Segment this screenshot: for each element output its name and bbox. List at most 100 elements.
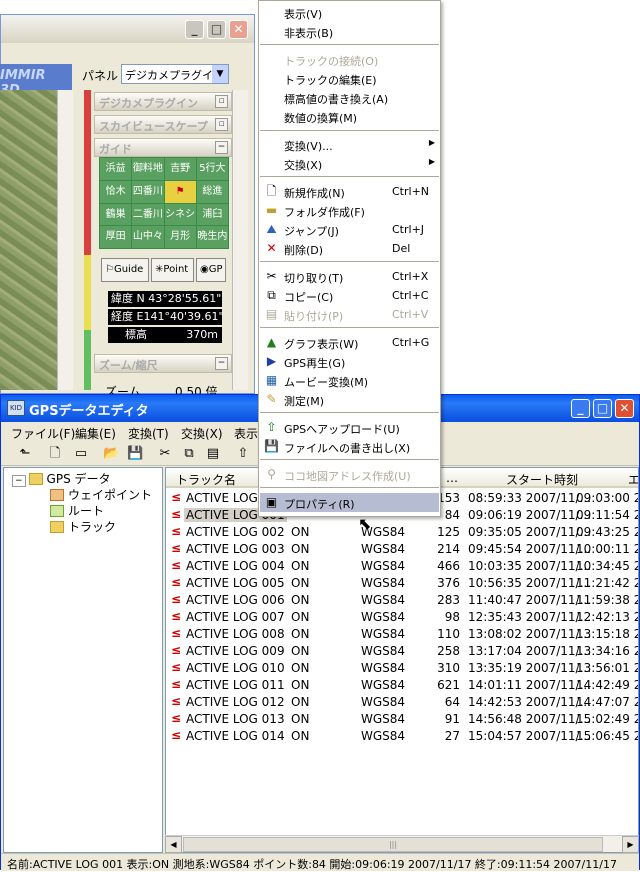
tree-root[interactable]: − GPS データ [12, 470, 111, 487]
menu-file[interactable]: ファイル(F) [11, 425, 75, 442]
panel-select[interactable]: デジカメプラグイ ▼ [121, 64, 229, 84]
menu-new-folder[interactable]: ▬ フォルダ作成(F) [260, 201, 439, 220]
menu-exchange[interactable]: 交換(X) ▶ [260, 154, 439, 173]
map-scrollbar[interactable] [57, 90, 73, 390]
menu-export[interactable]: 💾 ファイルへの書き出し(X) [260, 437, 439, 456]
tree-item-tracks[interactable]: トラック [50, 518, 116, 535]
tree-item-waypoints[interactable]: ウェイポイント [50, 486, 152, 503]
up-folder-icon[interactable]: ⬑ [17, 446, 33, 462]
tree-item-routes[interactable]: ルート [50, 502, 104, 519]
menu-edit-track[interactable]: トラックの編集(E) [260, 69, 439, 88]
mouse-cursor-icon: ⬉ [358, 514, 372, 533]
col-start-time[interactable]: スタート時刻 [506, 471, 578, 488]
upload-icon[interactable]: ⇧ [235, 446, 251, 462]
paste-icon[interactable]: ▤ [205, 446, 221, 462]
table-row[interactable]: ≤ ACTIVE LOG 005 ON WGS84 376 10:56:35 2007/1… [166, 575, 638, 592]
guide-cell[interactable]: 5行大 [196, 158, 228, 180]
guide-cell[interactable]: 浦臼 [196, 203, 228, 226]
point-button[interactable]: ✳Point [151, 258, 194, 282]
col-track-name[interactable]: トラック名 [176, 471, 236, 488]
table-row[interactable]: ≤ ACTIVE LOG 013 ON WGS84 91 14:56:48 2007/11… [166, 711, 638, 728]
table-row[interactable]: ≤ ACTIVE LOG 009 ON WGS84 258 13:17:04 2007/1… [166, 643, 638, 660]
cut-icon[interactable]: ✂ [157, 446, 173, 462]
menu-show[interactable]: 表示(V) [260, 3, 439, 22]
table-row[interactable]: ≤ ACTIVE LOG 007 ON WGS84 98 12:35:43 2007/11… [166, 609, 638, 626]
window-title: GPSデータエディタ [29, 404, 149, 419]
section-skyview[interactable]: スカイビュースケープ ▫ [94, 115, 232, 134]
new-folder-icon[interactable]: ▭ [73, 446, 89, 462]
menu-measure[interactable]: ✎ 測定(M) [260, 390, 439, 409]
maximize-icon[interactable]: □ [593, 399, 612, 418]
col-points[interactable]: … [446, 471, 458, 485]
scroll-left-icon[interactable]: ◀ [165, 836, 182, 853]
guide-cell[interactable]: 浜益 [100, 158, 132, 180]
guide-grid[interactable]: 浜益 御料地 吉野 5行大 恰木 四番川 ⚑ 総進 鶴巣 二番川 シネシ 浦臼 … [99, 157, 229, 249]
guide-cell[interactable]: シネシ [164, 203, 196, 226]
menu-hide[interactable]: 非表示(B) [260, 22, 439, 41]
menu-rewrite-elevation[interactable]: 標高値の書き換え(A) [260, 88, 439, 107]
menu-edit[interactable]: 編集(E) [75, 425, 116, 442]
scroll-thumb[interactable]: ||| [183, 837, 603, 852]
side-panel-scrollbar[interactable] [232, 90, 248, 390]
table-row[interactable]: ≤ ACTIVE LOG 008 ON WGS84 110 13:08:02 2007/1… [166, 626, 638, 643]
guide-cell[interactable]: ⚑ [164, 180, 196, 203]
save-icon[interactable]: 💾 [127, 446, 143, 462]
gp-button[interactable]: ◉GP [196, 258, 226, 282]
section-zoom[interactable]: ズーム/縮尺 − [94, 354, 232, 373]
table-row[interactable]: ≤ ACTIVE LOG 012 ON WGS84 64 14:42:53 2007/11… [166, 694, 638, 711]
table-row[interactable]: ≤ ACTIVE LOG 002 ON WGS84 125 09:35:05 2007/1… [166, 524, 638, 541]
expand-icon[interactable]: − [12, 475, 26, 487]
menu-graph[interactable]: ▲ グラフ表示(W) Ctrl+G [260, 333, 439, 352]
table-row[interactable]: ≤ ACTIVE LOG 010 ON WGS84 310 13:35:19 2007/1… [166, 660, 638, 677]
table-row[interactable]: ≤ ACTIVE LOG 006 ON WGS84 283 11:40:47 2007/1… [166, 592, 638, 609]
guide-cell[interactable]: 鶴巣 [100, 203, 132, 226]
menu-convert[interactable]: 変換(V)... ▶ [260, 135, 439, 154]
guide-cell[interactable]: 月形 [164, 226, 196, 248]
open-icon[interactable]: 📂 [103, 446, 119, 462]
menu-exchange[interactable]: 交換(X) [181, 425, 223, 442]
table-row[interactable]: ≤ ACTIVE LOG 003 ON WGS84 214 09:45:54 2007/1… [166, 541, 638, 558]
menu-new[interactable]: 🗋 新規作成(N) Ctrl+N [260, 182, 439, 201]
guide-cell[interactable]: 御料地 [132, 158, 164, 180]
menu-jump[interactable]: ⛰ ジャンプ(J) Ctrl+J [260, 220, 439, 239]
new-file-icon[interactable]: 🗋 [47, 446, 63, 462]
table-row[interactable]: ≤ ACTIVE LOG 004 ON WGS84 466 10:03:35 2007/1… [166, 558, 638, 575]
maximize-icon[interactable]: □ [207, 20, 226, 39]
section-guide[interactable]: ガイド − [94, 138, 232, 157]
copy-icon[interactable]: ⧉ [181, 446, 197, 462]
horizontal-scrollbar[interactable]: ◀ ||| ▶ [165, 835, 639, 853]
table-row[interactable]: ≤ ACTIVE LOG 014 ON WGS84 27 15:04:57 2007/11… [166, 728, 638, 745]
collapse-icon[interactable]: − [215, 141, 228, 154]
guide-button[interactable]: ⚐Guide [101, 258, 149, 282]
guide-cell[interactable]: 吉野 [164, 158, 196, 180]
close-icon[interactable]: ✕ [615, 399, 634, 418]
menu-copy[interactable]: ⧉ コピー(C) Ctrl+C [260, 286, 439, 305]
track-end: 13:15:18 20 [576, 627, 638, 641]
minimize-icon[interactable]: _ [185, 20, 204, 39]
menu-gps-play[interactable]: ▶ GPS再生(G) [260, 352, 439, 371]
guide-cell[interactable]: 恰木 [100, 180, 132, 203]
guide-cell[interactable]: 二番川 [132, 203, 164, 226]
menu-view[interactable]: 表示 [234, 425, 258, 442]
guide-cell[interactable]: 晩生内 [196, 226, 228, 248]
guide-cell[interactable]: 厚田 [100, 226, 132, 248]
menu-properties[interactable]: ▣ プロパティ(R) [260, 493, 439, 512]
collapse-icon[interactable]: ▫ [215, 95, 228, 108]
close-icon[interactable]: ✕ [229, 20, 248, 39]
collapse-icon[interactable]: − [215, 357, 228, 370]
table-row[interactable]: ≤ ACTIVE LOG 011 ON WGS84 621 14:01:11 2007/1… [166, 677, 638, 694]
collapse-icon[interactable]: ▫ [215, 118, 228, 131]
menu-convert-values[interactable]: 数値の換算(M) [260, 107, 439, 126]
section-digicam[interactable]: デジカメプラグイン ▫ [94, 92, 232, 111]
menu-upload[interactable]: ⇧ GPSへアップロード(U) [260, 418, 439, 437]
col-end-time[interactable]: エ [628, 471, 638, 488]
guide-cell[interactable]: 四番川 [132, 180, 164, 203]
menu-convert[interactable]: 変換(T) [128, 425, 169, 442]
scroll-right-icon[interactable]: ▶ [622, 836, 639, 853]
menu-movie-convert[interactable]: ▦ ムービー変換(M) [260, 371, 439, 390]
guide-cell[interactable]: 総進 [196, 180, 228, 203]
guide-cell[interactable]: 山中々 [132, 226, 164, 248]
menu-cut[interactable]: ✂ 切り取り(T) Ctrl+X [260, 267, 439, 286]
menu-delete[interactable]: ✕ 削除(D) Del [260, 239, 439, 258]
minimize-icon[interactable]: _ [571, 399, 590, 418]
